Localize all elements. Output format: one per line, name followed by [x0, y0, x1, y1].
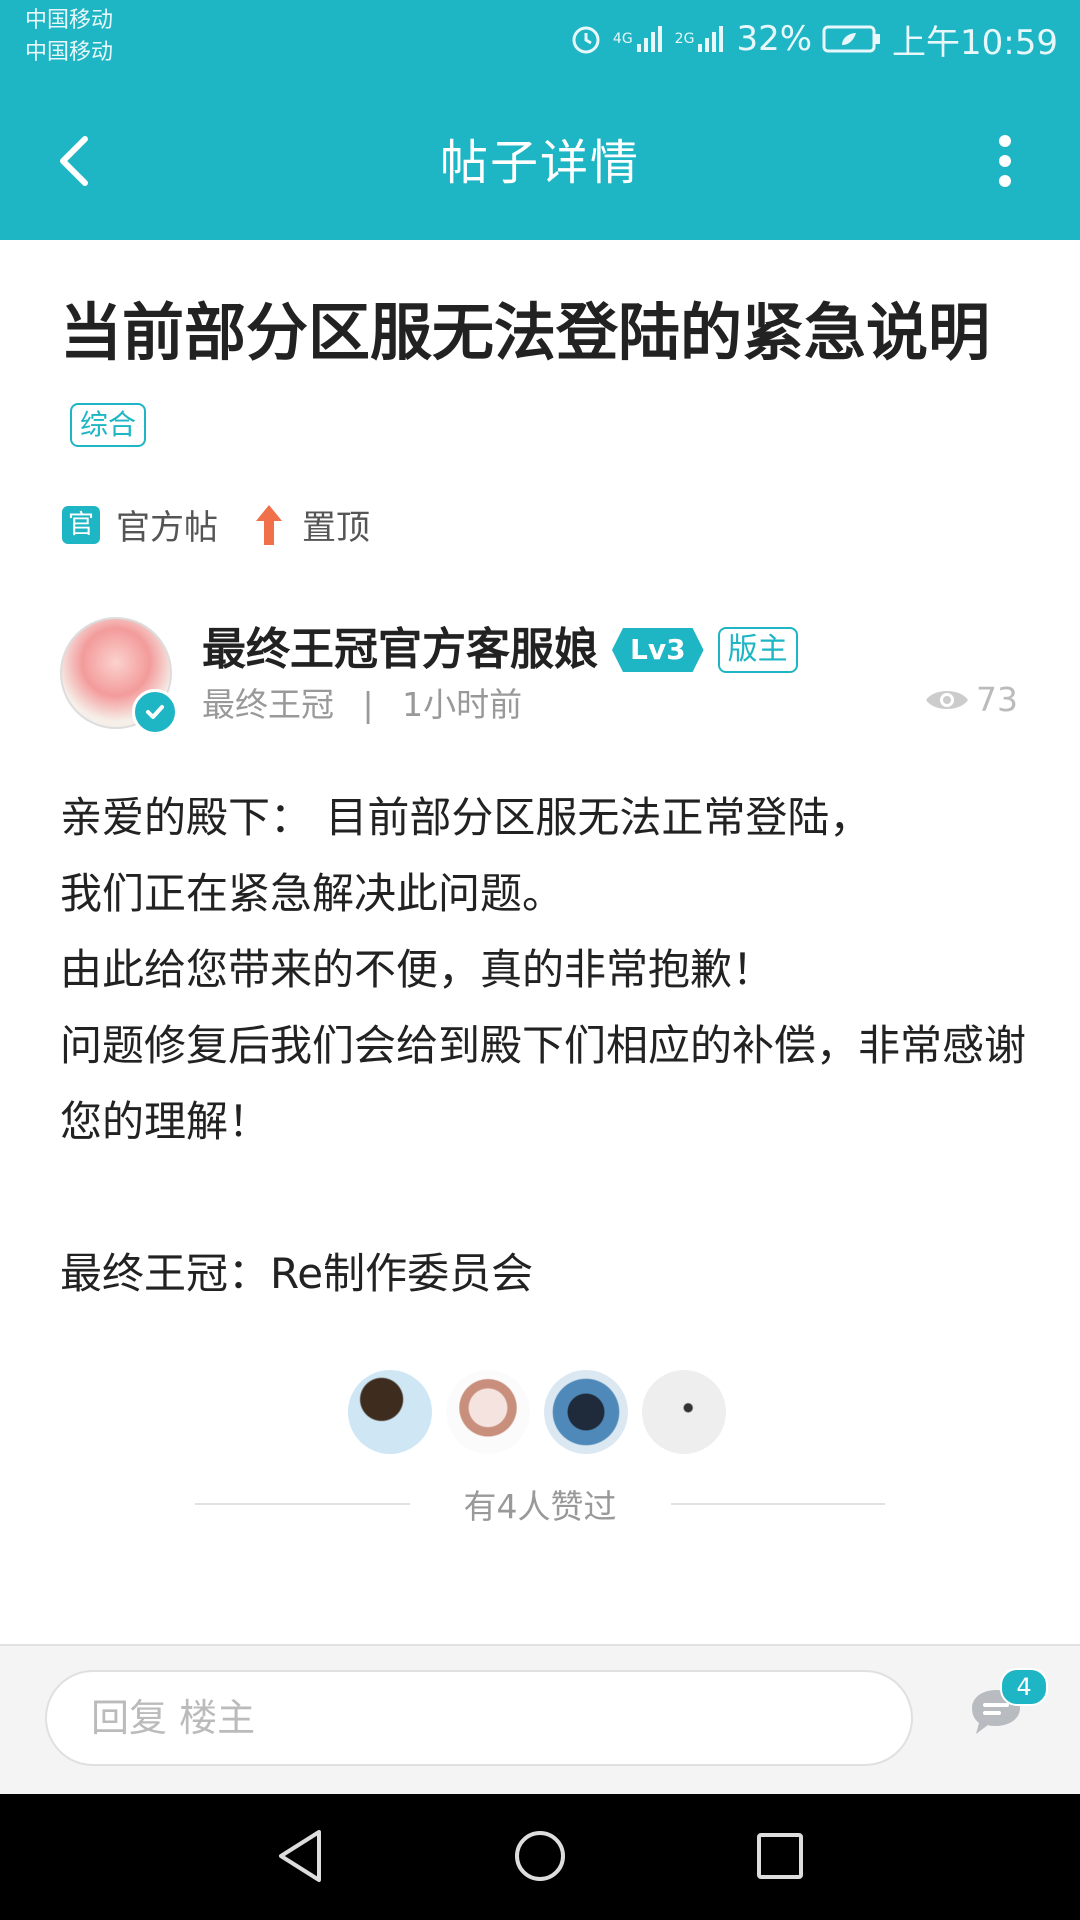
alarm-icon	[569, 22, 603, 56]
page-title: 帖子详情	[439, 135, 640, 191]
reply-input[interactable]: 回复 楼主	[45, 1670, 913, 1766]
author-avatar[interactable]	[60, 617, 178, 735]
liker-avatar[interactable]	[544, 1370, 628, 1454]
body-line: 问题修复后我们会给到殿下们相应的补偿，非常感谢您的理解！	[60, 1021, 1027, 1146]
forum-name[interactable]: 最终王冠	[202, 685, 334, 724]
clock: 上午10:59	[892, 22, 1058, 63]
view-count-value: 73	[976, 680, 1018, 719]
nav-recents-button[interactable]	[750, 1826, 810, 1886]
app-header: 帖子详情	[0, 78, 1080, 240]
post-badges: 官 官方帖 置顶	[62, 500, 370, 549]
nav-home-button[interactable]	[510, 1826, 570, 1886]
likes-count-text[interactable]: 有4人赞过	[410, 1480, 671, 1528]
carrier-label-1: 中国移动	[25, 8, 114, 33]
square-recents-icon	[757, 1833, 803, 1879]
post-title-text: 当前部分区服无法登陆的紧急说明	[60, 296, 991, 369]
carrier-label-2: 中国移动	[25, 40, 114, 65]
reply-bar: 回复 楼主 4	[0, 1644, 1080, 1796]
author-name-row: 最终王冠官方客服娘 Lv3 版主	[202, 620, 798, 680]
circle-home-icon	[515, 1831, 565, 1881]
battery-percent: 32%	[736, 19, 813, 59]
signal-icon-2: 2G	[675, 24, 727, 54]
more-vertical-icon	[999, 135, 1011, 187]
body-line: 亲爱的殿下： 目前部分区服无法正常登陆，	[60, 793, 872, 842]
post-title: 当前部分区服无法登陆的紧急说明综合	[60, 285, 1020, 477]
more-button[interactable]	[970, 126, 1040, 196]
moderator-badge: 版主	[717, 627, 798, 673]
liker-avatars	[348, 1370, 726, 1454]
divider-line	[670, 1503, 885, 1505]
battery-icon	[822, 24, 882, 54]
net-label-1: 4G	[612, 31, 633, 47]
net-label-2: 2G	[674, 31, 695, 47]
meta-separator: |	[362, 685, 374, 724]
nav-back-button[interactable]	[270, 1826, 330, 1886]
category-tag[interactable]: 综合	[70, 402, 147, 447]
status-bar: 中国移动 中国移动 4G 2G 32% 上午10:59	[0, 0, 1080, 78]
pin-arrow-icon	[254, 503, 284, 547]
comment-count-badge: 4	[1000, 1668, 1048, 1706]
official-icon: 官	[62, 505, 100, 544]
system-nav-bar	[0, 1794, 1080, 1920]
post-time: 1小时前	[402, 685, 523, 724]
divider-line	[195, 1503, 410, 1505]
author-meta: 最终王冠 | 1小时前	[202, 682, 522, 728]
view-count: 73	[924, 680, 1018, 719]
body-signature: 最终王冠：Re制作委员会	[60, 1249, 534, 1298]
signal-icon-1: 4G	[613, 24, 665, 54]
pinned-label: 置顶	[302, 508, 370, 548]
liker-avatar[interactable]	[642, 1370, 726, 1454]
triangle-back-icon	[279, 1830, 321, 1882]
post-body: 亲爱的殿下： 目前部分区服无法正常登陆， 我们正在紧急解决此问题。 由此给您带来…	[60, 780, 1030, 1312]
liker-avatar[interactable]	[348, 1370, 432, 1454]
verified-check-icon	[132, 689, 178, 735]
liker-avatar[interactable]	[446, 1370, 530, 1454]
official-post-label: 官方帖	[116, 508, 218, 548]
likes-summary: 有4人赞过	[195, 1480, 885, 1528]
author-name[interactable]: 最终王冠官方客服娘	[202, 620, 598, 680]
eye-icon	[926, 690, 968, 709]
level-badge: Lv3	[612, 628, 704, 672]
body-line: 由此给您带来的不便，真的非常抱歉！	[60, 945, 775, 994]
body-line: 我们正在紧急解决此问题。	[60, 869, 565, 918]
comments-button[interactable]: 4	[966, 1668, 1048, 1756]
